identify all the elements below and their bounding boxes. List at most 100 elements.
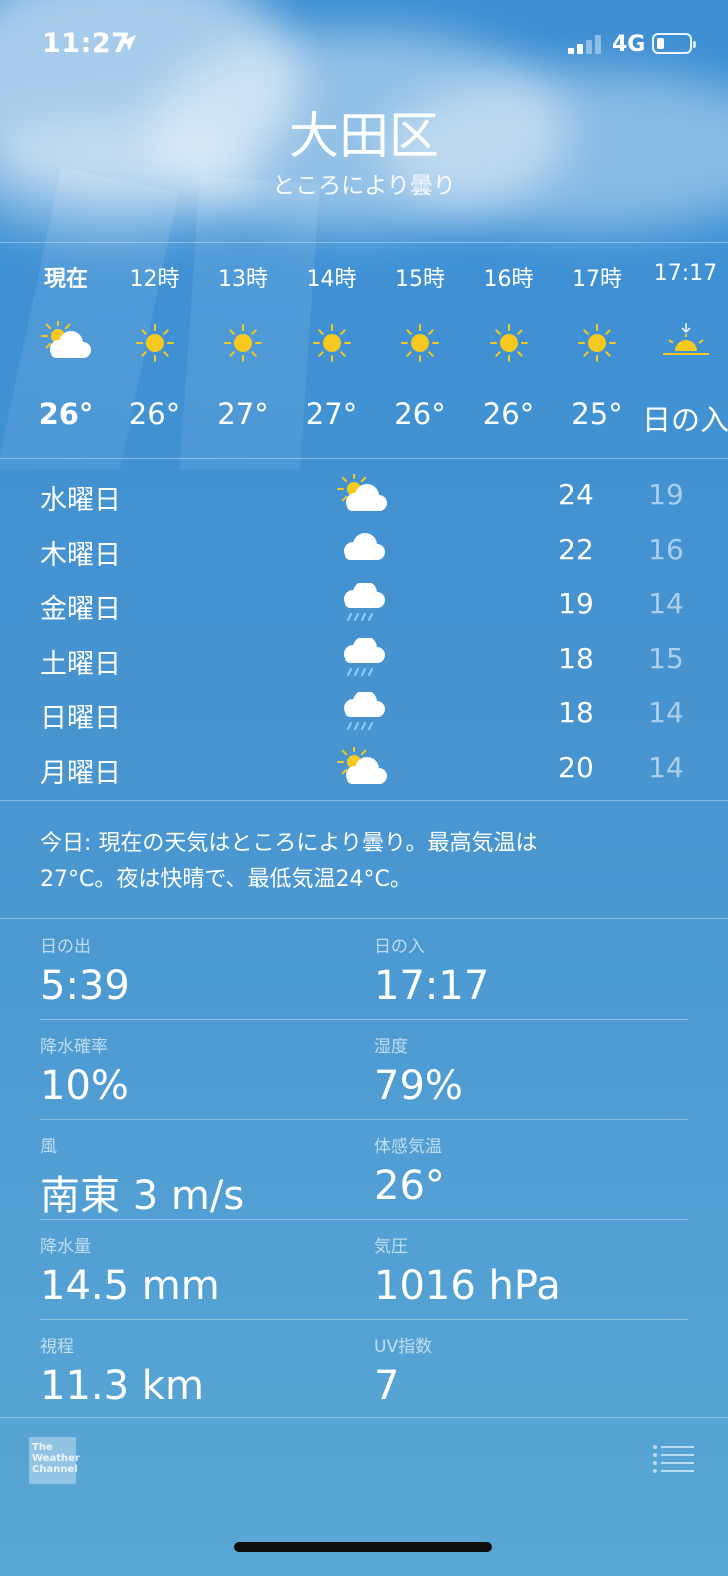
detail-cell: UV指数 7	[374, 1332, 432, 1409]
day-low: 19	[648, 478, 684, 511]
detail-cell: 日の出 5:39	[40, 932, 130, 1009]
day-high: 18	[558, 696, 594, 729]
hourly-item: 14時 27°	[286, 243, 378, 457]
sun-icon	[395, 321, 445, 365]
detail-cell: 日の入 17:17	[374, 932, 489, 1009]
detail-cell: 気圧 1016 hPa	[374, 1232, 561, 1309]
location-name: 大田区	[289, 107, 439, 165]
cloud-icon	[337, 529, 389, 575]
divider	[40, 1319, 688, 1320]
divider	[40, 1019, 688, 1020]
day-name: 月曜日	[40, 757, 121, 789]
hour-label: 14時	[306, 267, 357, 292]
detail-cell: 降水確率 10%	[40, 1032, 129, 1109]
summary-line-1: 今日: 現在の天気はところにより曇り。最高気温は	[40, 831, 538, 856]
hour-temp: 26°	[482, 397, 535, 431]
rain-cloud-icon	[337, 635, 389, 684]
current-condition: ところにより曇り	[272, 173, 456, 199]
day-low: 16	[648, 532, 684, 566]
daily-row: 金曜日 19 14	[0, 579, 728, 634]
logo-text-3: Channel	[32, 1464, 78, 1475]
detail-cell: 湿度 79%	[374, 1032, 463, 1109]
detail-label: 降水確率	[40, 1037, 108, 1057]
detail-row: 日の出 5:39 日の入 17:17	[40, 922, 688, 1022]
sun-icon	[307, 321, 357, 365]
divider	[0, 800, 728, 801]
detail-value: 1016 hPa	[374, 1263, 561, 1309]
day-name: 木曜日	[40, 539, 121, 571]
day-name: 日曜日	[40, 703, 121, 734]
detail-value: 南東 3 m/s	[40, 1173, 245, 1219]
day-low: 14	[648, 587, 684, 620]
hour-label: 16時	[483, 267, 534, 292]
detail-row: 風南東 3 m/s 体感気温 26°	[40, 1122, 688, 1222]
detail-label: 降水量	[40, 1237, 91, 1257]
hourly-item: 13時 27°	[197, 243, 289, 457]
divider	[40, 1119, 688, 1120]
weather-details: 日の出 5:39 日の入 17:17 降水確率 10% 湿度 79% 風南東 3 m/s 体感気温…	[40, 922, 688, 1422]
hourly-item: 16時 26°	[463, 243, 555, 457]
daily-forecast[interactable]: 水曜日 24 19 木曜日 22 16 金曜日 19 14 土曜日 18 15 日曜日 18 14 月曜日 20…	[0, 470, 728, 797]
detail-label: 日の出	[40, 937, 91, 957]
detail-cell: 視程 11.3 km	[40, 1332, 204, 1409]
day-low: 14	[648, 696, 684, 729]
home-indicator[interactable]	[234, 1542, 492, 1552]
hour-label: 現在	[43, 267, 88, 292]
day-low: 14	[648, 750, 684, 784]
daily-row: 日曜日 18 14	[0, 688, 728, 743]
day-name: 水曜日	[40, 485, 121, 516]
city-list-icon[interactable]	[652, 1444, 694, 1474]
status-time: 11:27	[42, 28, 131, 59]
day-name: 土曜日	[40, 648, 121, 680]
detail-value: 26°	[374, 1163, 445, 1209]
sun-icon	[130, 321, 180, 365]
day-high: 20	[558, 750, 594, 784]
detail-cell: 体感気温 26°	[374, 1132, 445, 1209]
detail-label: 日の入	[374, 937, 425, 957]
hourly-item: 現在 26°	[20, 243, 112, 457]
sun-cloud-icon	[337, 472, 389, 520]
location-arrow-icon	[120, 35, 136, 51]
detail-value: 79%	[374, 1063, 463, 1109]
detail-value: 10%	[40, 1063, 129, 1109]
sun-icon	[218, 321, 268, 365]
hourly-item: 17時 25°	[551, 243, 643, 457]
summary-line-2: 27°C。夜は快晴で、最低気温24°C。	[40, 867, 412, 892]
detail-value: 5:39	[40, 963, 130, 1009]
detail-label: 体感気温	[374, 1137, 442, 1157]
detail-label: UV指数	[374, 1337, 433, 1357]
detail-cell: 降水量 14.5 mm	[40, 1232, 220, 1309]
detail-label: 気圧	[374, 1237, 408, 1257]
daily-row: 水曜日 24 19	[0, 470, 728, 525]
hourly-forecast[interactable]: 現在 26° 12時 26° 13時 27° 14時 27° 15時 26° 16時 26° 17時 25…	[0, 243, 728, 457]
weather-channel-logo[interactable]: The Weather Channel	[29, 1437, 80, 1484]
detail-row: 降水量 14.5 mm 気圧 1016 hPa	[40, 1222, 688, 1322]
logo-text-2: Weather	[32, 1453, 80, 1464]
network-type: 4G	[612, 32, 646, 57]
hour-temp: 26°	[38, 397, 94, 431]
detail-row: 降水確率 10% 湿度 79%	[40, 1022, 688, 1122]
hour-temp: 26°	[128, 397, 181, 431]
hour-temp: 27°	[305, 397, 358, 431]
daily-row: 土曜日 18 15	[0, 634, 728, 689]
day-name: 金曜日	[40, 594, 121, 625]
hour-label: 13時	[218, 267, 268, 292]
hour-temp: 25°	[571, 397, 623, 431]
detail-value: 14.5 mm	[40, 1263, 220, 1309]
rain-cloud-icon	[337, 690, 389, 738]
day-high: 19	[558, 587, 594, 620]
detail-label: 視程	[40, 1337, 74, 1357]
sun-cloud-icon	[337, 744, 389, 793]
status-bar: 11:27 4G	[0, 0, 728, 90]
detail-value: 7	[374, 1363, 400, 1409]
detail-cell: 風南東 3 m/s	[40, 1132, 244, 1221]
detail-value: 17:17	[374, 963, 490, 1009]
daily-row: 月曜日 20 14	[0, 743, 728, 798]
sun-icon	[484, 321, 534, 365]
sun-cloud-icon	[41, 319, 91, 365]
hour-label: 15時	[395, 267, 445, 292]
hour-temp: 26°	[394, 397, 446, 431]
hourly-item: 12時 26°	[109, 243, 201, 457]
day-high: 18	[558, 641, 594, 675]
rain-cloud-icon	[337, 581, 389, 629]
